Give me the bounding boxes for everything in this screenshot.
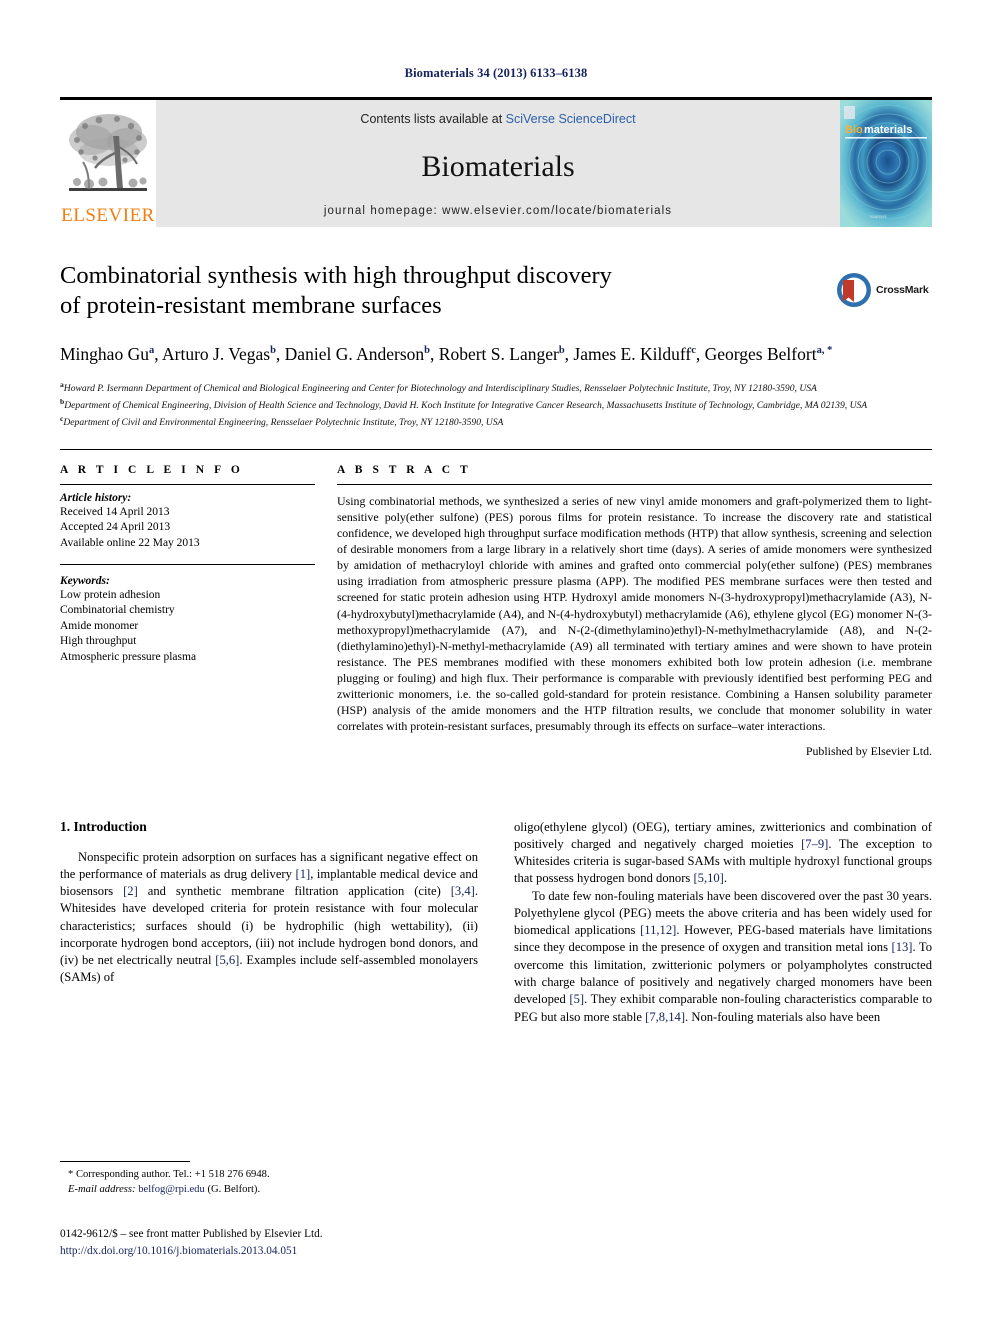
keywords-rule <box>60 563 315 565</box>
running-head: Biomaterials 34 (2013) 6133–6138 <box>404 66 588 80</box>
contents-prefix: Contents lists available at <box>360 112 506 126</box>
masthead-center: Contents lists available at SciVerse Sci… <box>156 100 840 227</box>
paragraph-text: . <box>723 871 728 886</box>
crossmark-label: CrossMark <box>876 284 929 296</box>
author-name: Minghao Gu <box>60 343 149 364</box>
keyword-item: Amide monomer <box>60 619 139 632</box>
article-history-item: Received 14 April 2013 <box>60 505 170 518</box>
citation-reference[interactable]: [3,4] <box>451 884 475 898</box>
keywords-label: Keywords: <box>60 574 110 587</box>
affiliation-entry: bDepartment of Chemical Engineering, Div… <box>60 396 868 412</box>
article-history-list: Received 14 April 2013 Accepted 24 April … <box>60 505 315 551</box>
keyword-item: High throughput <box>60 635 137 648</box>
citation-reference[interactable]: [5,6] <box>215 953 239 967</box>
author-affiliation-marker: b <box>558 344 565 356</box>
email-suffix: (G. Belfort). <box>207 1183 261 1195</box>
page-title: Combinatorial synthesis with high throug… <box>60 261 760 322</box>
footnote-rule <box>60 1160 190 1162</box>
abstract-rule <box>337 483 932 485</box>
journal-title: Biomaterials <box>421 149 575 183</box>
intro-paragraph-right-2: To date few non-fouling materials have b… <box>514 888 932 1026</box>
journal-homepage[interactable]: journal homepage: www.elsevier.com/locat… <box>324 205 672 217</box>
svg-text:Bio: Bio <box>845 124 863 136</box>
affiliation-list: aHoward P. Isermann Department of Chemic… <box>60 379 932 431</box>
citation-reference[interactable]: [1] <box>296 867 311 881</box>
abstract-text: Using combinatorial methods, we synthesi… <box>337 493 932 734</box>
article-history-item: Available online 22 May 2013 <box>60 536 200 549</box>
paper-page: Biomaterials 34 (2013) 6133–6138 ELSEVIE… <box>0 0 992 1323</box>
keyword-item: Atmospheric pressure plasma <box>60 650 197 663</box>
author-name: James E. Kilduff <box>573 343 692 364</box>
elsevier-tree-icon <box>65 106 151 206</box>
article-info-column: A R T I C L E I N F O Article history: R… <box>60 464 315 759</box>
citation-reference[interactable]: [11,12] <box>640 923 676 937</box>
corresponding-author-footnote: * Corresponding author. Tel.: +1 518 276… <box>60 1160 480 1197</box>
intro-paragraph-left: Nonspecific protein adsorption on surfac… <box>60 849 478 987</box>
keyword-item: Low protein adhesion <box>60 588 161 601</box>
author-list: Minghao Gua, Arturo J. Vegasb, Daniel G.… <box>60 343 833 364</box>
keyword-item: Combinatorial chemistry <box>60 604 175 617</box>
affiliation-entry: aHoward P. Isermann Department of Chemic… <box>60 379 817 394</box>
citation-reference[interactable]: [5] <box>569 992 584 1006</box>
keywords-block: Keywords: Low protein adhesion Combinator… <box>60 575 315 665</box>
article-history-label: Article history: <box>60 491 132 504</box>
paragraph-text: and synthetic membrane filtration applic… <box>137 884 451 899</box>
author-name: Georges Belfort <box>704 343 817 364</box>
body-column-right: oligo(ethylene glycol) (OEG), tertiary a… <box>514 819 932 1026</box>
page-footer: 0142-9612/$ – see front matter Published… <box>60 1226 520 1259</box>
citation-reference[interactable]: [13] <box>892 940 913 954</box>
email-link[interactable]: belfog@rpi.edu <box>138 1184 205 1195</box>
sciencedirect-link[interactable]: SciVerse ScienceDirect <box>506 112 636 126</box>
author-affiliation-marker: b <box>424 344 431 356</box>
affiliation-marker: a <box>60 379 64 389</box>
elsevier-wordmark: ELSEVIER <box>61 205 155 226</box>
doi-link[interactable]: http://dx.doi.org/10.1016/j.biomaterials… <box>60 1243 520 1259</box>
section-title-introduction: 1. Introduction <box>60 818 147 834</box>
title-block: CrossMark Combinatorial synthesis with h… <box>60 261 932 431</box>
copyright-line: 0142-9612/$ – see front matter Published… <box>60 1228 323 1241</box>
body-columns: 1. Introduction Nonspecific protein adso… <box>60 819 932 1026</box>
corresponding-author-line: * Corresponding author. Tel.: +1 518 276… <box>68 1168 270 1180</box>
citation-reference[interactable]: [2] <box>123 884 138 898</box>
affiliation-marker: c <box>60 414 64 424</box>
paper-title-line-1: Combinatorial synthesis with high throug… <box>60 262 612 289</box>
info-abstract-section: A R T I C L E I N F O Article history: R… <box>60 448 932 759</box>
article-info-rule <box>60 483 315 485</box>
author-affiliation-marker: a, * <box>816 344 833 356</box>
paragraph-text: . Non-fouling materials also have been <box>685 1009 881 1024</box>
intro-paragraph-right-1: oligo(ethylene glycol) (OEG), tertiary a… <box>514 819 932 888</box>
author-affiliation-marker: c <box>691 344 696 356</box>
body-column-left: 1. Introduction Nonspecific protein adso… <box>60 819 478 1026</box>
citation-reference[interactable]: [7,8,14] <box>645 1010 685 1024</box>
author-affiliation-marker: b <box>270 344 276 356</box>
author-affiliation-marker: a <box>148 344 155 356</box>
keywords-list: Low protein adhesion Combinatorial chemis… <box>60 588 315 665</box>
svg-text:Elsevier: Elsevier <box>870 215 887 220</box>
citation-reference[interactable]: [7–9] <box>801 837 828 851</box>
abstract-column: A B S T R A C T Using combinatorial meth… <box>337 464 932 759</box>
author-name: Arturo J. Vegas <box>162 343 271 364</box>
elsevier-logo: ELSEVIER <box>60 100 156 227</box>
crossmark-badge[interactable]: CrossMark <box>836 263 932 317</box>
email-line: E-mail address: belfog@rpi.edu (G. Belfo… <box>60 1182 480 1197</box>
affiliation-marker: b <box>60 396 65 406</box>
affiliation-entry: cDepartment of Civil and Environmental E… <box>60 414 504 429</box>
contents-available-line: Contents lists available at SciVerse Sci… <box>360 112 635 126</box>
crossmark-icon <box>837 273 871 307</box>
journal-cover-artwork: Bio materials Elsevier <box>840 100 932 227</box>
abstract-published-by: Published by Elsevier Ltd. <box>805 743 932 758</box>
journal-masthead: ELSEVIER Contents lists available at Sci… <box>60 97 932 227</box>
journal-cover-thumbnail: Bio materials Elsevier <box>840 100 932 227</box>
email-label: E-mail address: <box>68 1183 136 1195</box>
article-info-heading: A R T I C L E I N F O <box>60 463 244 476</box>
citation-reference[interactable]: [5,10] <box>693 871 723 885</box>
article-history-item: Accepted 24 April 2013 <box>60 521 171 534</box>
svg-text:materials: materials <box>864 124 912 136</box>
abstract-heading: A B S T R A C T <box>337 463 472 476</box>
author-name: Robert S. Langer <box>438 343 559 364</box>
paper-title-line-2: of protein-resistant membrane surfaces <box>60 292 442 320</box>
author-name: Daniel G. Anderson <box>284 343 425 364</box>
